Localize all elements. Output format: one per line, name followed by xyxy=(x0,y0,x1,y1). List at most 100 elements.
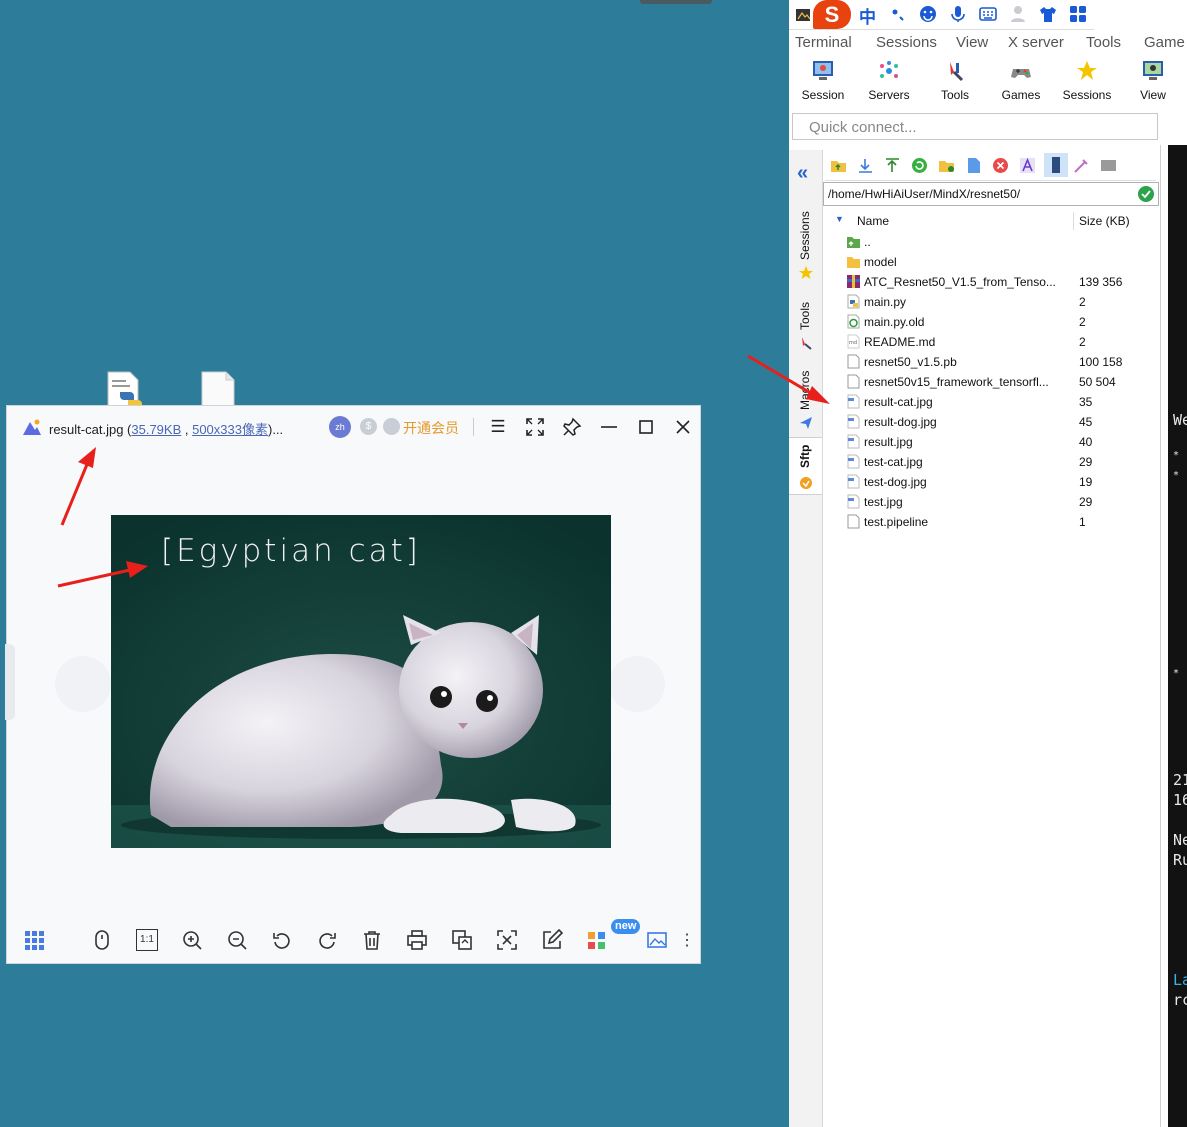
skin-icon[interactable] xyxy=(1039,5,1057,23)
mouse-icon[interactable] xyxy=(91,929,113,951)
file-size-link[interactable]: 35.79KB xyxy=(131,422,181,437)
ribbon-sessions-button[interactable]: Sessions xyxy=(1057,60,1117,102)
fullscreen-icon[interactable] xyxy=(524,416,546,438)
file-row[interactable]: resnet50_v1.5.pb 100 158 xyxy=(823,352,1161,372)
file-row[interactable]: result-cat.jpg 35 xyxy=(823,392,1161,412)
ime-toolbar[interactable]: S 中 xyxy=(789,0,1094,30)
menu-tools[interactable]: Tools xyxy=(1086,34,1121,51)
keyboard-icon[interactable] xyxy=(979,5,997,23)
sogou-logo[interactable]: S xyxy=(813,0,851,29)
column-size[interactable]: Size (KB) xyxy=(1079,214,1130,228)
new-folder-icon[interactable] xyxy=(938,157,955,174)
menu-icon[interactable]: ☰ xyxy=(487,416,509,438)
new-file-icon[interactable] xyxy=(965,157,982,174)
menu-terminal[interactable]: Terminal xyxy=(795,34,852,51)
delete-icon[interactable] xyxy=(361,929,383,951)
file-row[interactable]: test.jpg 29 xyxy=(823,492,1161,512)
file-row[interactable]: result-dog.jpg 45 xyxy=(823,412,1161,432)
actual-size-button[interactable]: 1:1 xyxy=(136,929,158,951)
refresh-icon[interactable] xyxy=(911,157,928,174)
language-badge[interactable]: zh xyxy=(329,416,351,438)
terminal-follow-icon[interactable] xyxy=(1044,153,1068,177)
quick-connect-input[interactable] xyxy=(807,114,1151,140)
user-icon[interactable] xyxy=(1010,5,1028,23)
thumbnails-icon[interactable] xyxy=(23,929,45,951)
download-icon[interactable] xyxy=(857,157,874,174)
ime-mode[interactable]: 中 xyxy=(859,3,876,28)
viewer-titlebar[interactable]: result-cat.jpg (35.79KB , 500x333像素)... … xyxy=(7,406,700,448)
apps-icon[interactable] xyxy=(586,929,608,951)
tab-sessions[interactable]: Sessions xyxy=(789,200,822,285)
previous-image-button[interactable] xyxy=(55,656,111,712)
file-row[interactable]: model xyxy=(823,252,1161,272)
file-row[interactable]: resnet50v15_framework_tensorfl... 50 504 xyxy=(823,372,1161,392)
quick-connect-box[interactable] xyxy=(792,113,1158,140)
file-row[interactable]: test-dog.jpg 19 xyxy=(823,472,1161,492)
viewer-side-handle[interactable] xyxy=(5,644,15,720)
maximize-icon[interactable] xyxy=(635,416,657,438)
microphone-icon[interactable] xyxy=(949,5,967,23)
tab-macros[interactable]: Macros xyxy=(789,360,822,435)
terminal-pane[interactable]: We * * * 21 16 Ne Ru La rc xyxy=(1168,145,1187,1127)
file-row[interactable]: .. xyxy=(823,232,1161,252)
parent-dir-icon[interactable] xyxy=(830,157,847,174)
collapse-sidebar-icon[interactable]: « xyxy=(797,162,808,185)
print-icon[interactable] xyxy=(406,929,428,951)
emoji-icon[interactable] xyxy=(919,5,937,23)
ribbon-tools-button[interactable]: Tools xyxy=(925,60,985,102)
dimensions-link[interactable]: 500x333像素 xyxy=(192,422,268,437)
python-file-desktop-icon[interactable] xyxy=(104,370,144,410)
file-row[interactable]: main.py 2 xyxy=(823,292,1161,312)
file-row[interactable]: ATC_Resnet50_V1.5_from_Tenso... 139 356 xyxy=(823,272,1161,292)
ime-corner-icon[interactable] xyxy=(795,5,813,23)
menu-view[interactable]: View xyxy=(956,34,988,51)
vip-link[interactable]: 开通会员 xyxy=(403,418,459,438)
column-name[interactable]: Name xyxy=(857,214,889,228)
rotate-right-icon[interactable] xyxy=(316,929,338,951)
next-image-button[interactable] xyxy=(609,656,665,712)
permissions-icon[interactable] xyxy=(1073,157,1090,174)
close-icon[interactable] xyxy=(672,416,694,438)
upload-icon[interactable] xyxy=(884,157,901,174)
zoom-out-icon[interactable] xyxy=(226,929,248,951)
edit-icon[interactable] xyxy=(541,929,563,951)
sort-arrow-icon[interactable]: ▼ xyxy=(835,214,844,224)
toolbox-icon[interactable] xyxy=(1069,5,1087,23)
ribbon-session-button[interactable]: Session xyxy=(793,60,853,102)
menu-games[interactable]: Game xyxy=(1144,34,1185,51)
file-row[interactable]: md README.md 2 xyxy=(823,332,1161,352)
ribbon-games-button[interactable]: Games xyxy=(991,60,1051,102)
ribbon-view-button[interactable]: View xyxy=(1123,60,1183,102)
ribbon-servers-button[interactable]: Servers xyxy=(859,60,919,102)
tab-tools[interactable]: Tools xyxy=(789,290,822,356)
pin-icon[interactable] xyxy=(561,416,583,438)
wallpaper-icon[interactable] xyxy=(646,929,668,951)
menu-sessions[interactable]: Sessions xyxy=(876,34,937,51)
delete-file-icon[interactable] xyxy=(992,157,1009,174)
rename-icon[interactable] xyxy=(1019,157,1036,174)
zoom-in-icon[interactable] xyxy=(181,929,203,951)
minimize-icon[interactable] xyxy=(598,416,620,438)
path-ok-icon[interactable] xyxy=(1138,186,1154,202)
file-row[interactable]: main.py.old 2 xyxy=(823,312,1161,332)
tab-sftp[interactable]: Sftp xyxy=(789,437,822,495)
file-row[interactable]: test.pipeline 1 xyxy=(823,512,1161,532)
more-icon[interactable]: ⋮ xyxy=(679,930,695,950)
blank-file-desktop-icon[interactable] xyxy=(198,370,238,410)
mobaxterm-window[interactable]: S 中 Terminal Sessions View X server Tool… xyxy=(789,0,1187,1127)
file-row[interactable]: test-cat.jpg 29 xyxy=(823,452,1161,472)
punctuation-icon[interactable] xyxy=(890,5,908,23)
coin-icon[interactable]: $ xyxy=(360,418,377,435)
ocr-icon[interactable] xyxy=(496,929,518,951)
sftp-path-box[interactable] xyxy=(823,182,1159,206)
console-icon[interactable] xyxy=(1100,157,1117,174)
file-row[interactable]: result.jpg 40 xyxy=(823,432,1161,452)
crown-icon[interactable] xyxy=(383,418,400,435)
pane-divider[interactable] xyxy=(1160,145,1161,1127)
image-viewer-window[interactable]: result-cat.jpg (35.79KB , 500x333像素)... … xyxy=(5,405,701,964)
rotate-left-icon[interactable] xyxy=(271,929,293,951)
sftp-path-input[interactable] xyxy=(826,183,1130,205)
menu-xserver[interactable]: X server xyxy=(1008,34,1064,51)
column-separator[interactable] xyxy=(1073,212,1074,230)
convert-icon[interactable] xyxy=(451,929,473,951)
